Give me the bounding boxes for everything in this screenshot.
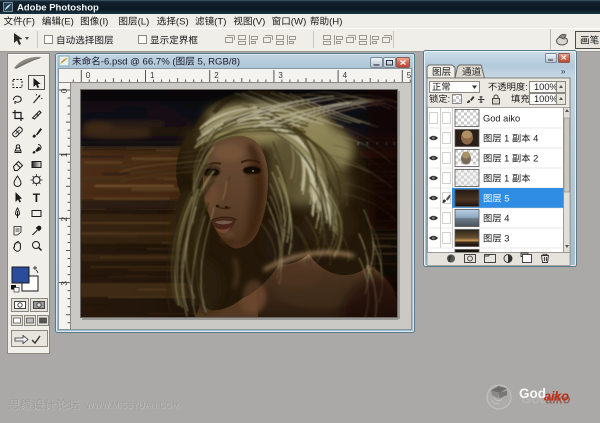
svg-text:1: 1: [502, 134, 512, 144]
svg-text:(V): (V): [253, 17, 266, 28]
svg-text:2: 2: [214, 71, 219, 80]
svg-text:4: 4: [531, 134, 539, 144]
svg-text:0: 0: [60, 88, 69, 93]
svg-text:God aiko: God aiko: [483, 114, 520, 124]
svg-text:(W): (W): [291, 17, 307, 28]
svg-text:1: 1: [150, 71, 155, 80]
svg-text:Adobe Photoshop: Adobe Photoshop: [17, 3, 99, 14]
svg-text:(T): (T): [214, 17, 226, 28]
svg-text:3: 3: [502, 234, 510, 244]
svg-text:2: 2: [60, 216, 69, 221]
svg-text:5, RGB/8): 5, RGB/8): [195, 57, 240, 68]
svg-text:(L): (L): [138, 17, 150, 28]
svg-text:3: 3: [60, 281, 69, 286]
svg-text:1: 1: [502, 154, 512, 164]
svg-text:5: 5: [502, 194, 510, 204]
svg-text:-6.psd @ 66.7% (: -6.psd @ 66.7% (: [101, 57, 177, 68]
svg-text:1: 1: [60, 152, 69, 157]
svg-text:100%: 100%: [534, 94, 558, 104]
svg-text:»: »: [561, 67, 566, 76]
svg-text:100%: 100%: [534, 82, 558, 92]
svg-text:(F): (F): [23, 17, 35, 28]
svg-text:3: 3: [278, 71, 283, 80]
svg-text:(E): (E): [61, 17, 74, 28]
svg-text:(S): (S): [176, 17, 189, 28]
svg-text:1: 1: [502, 174, 512, 184]
svg-text:God: God: [519, 386, 546, 401]
svg-text:4: 4: [343, 71, 348, 80]
svg-text:aiko: aiko: [544, 390, 569, 404]
svg-text:(H): (H): [329, 17, 342, 28]
svg-text:T: T: [33, 191, 41, 205]
svg-text::: :: [525, 82, 528, 92]
svg-text:4: 4: [502, 214, 510, 224]
svg-text:WWW.MISSYUAN.COM: WWW.MISSYUAN.COM: [86, 401, 180, 410]
svg-text::: :: [448, 94, 451, 104]
svg-text:5: 5: [407, 71, 412, 80]
svg-text:0: 0: [86, 71, 91, 80]
svg-text:2: 2: [531, 154, 539, 164]
svg-text:(I): (I): [99, 17, 108, 28]
